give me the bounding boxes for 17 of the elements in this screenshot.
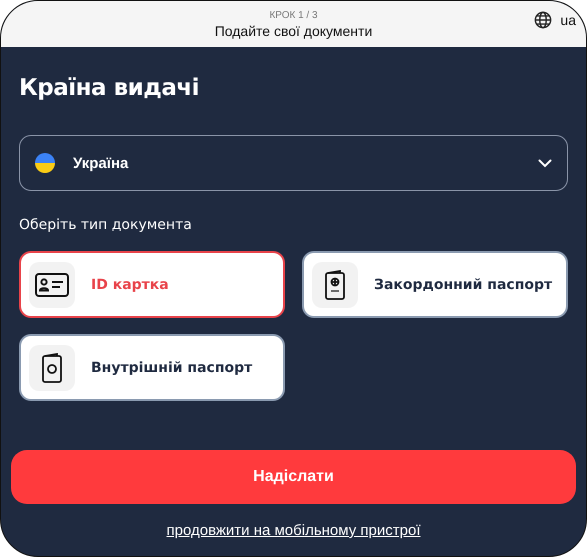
country-select[interactable]: Україна	[19, 135, 568, 191]
submit-button[interactable]: Надіслати	[11, 450, 576, 504]
document-option[interactable]: ID картка	[19, 251, 285, 318]
language-button[interactable]: ua	[534, 11, 576, 29]
document-option[interactable]: Внутрішній паспорт	[19, 334, 285, 401]
mobile-link[interactable]: продовжити на мобільному пристрої	[166, 522, 420, 539]
id-card-icon	[35, 272, 69, 296]
globe-icon	[534, 11, 552, 29]
document-type-label: Оберіть тип документа	[19, 217, 193, 233]
page-title: Подайте свої документи	[214, 22, 372, 38]
step-indicator: КРОК 1 / 3	[269, 10, 318, 20]
document-option[interactable]: Закордонний паспорт	[302, 251, 568, 318]
passport-icon	[325, 270, 345, 300]
chevron-down-icon	[538, 158, 552, 168]
flag-icon	[35, 153, 55, 173]
passport-icon	[42, 352, 62, 382]
section-title: Країна видачі	[19, 75, 200, 101]
